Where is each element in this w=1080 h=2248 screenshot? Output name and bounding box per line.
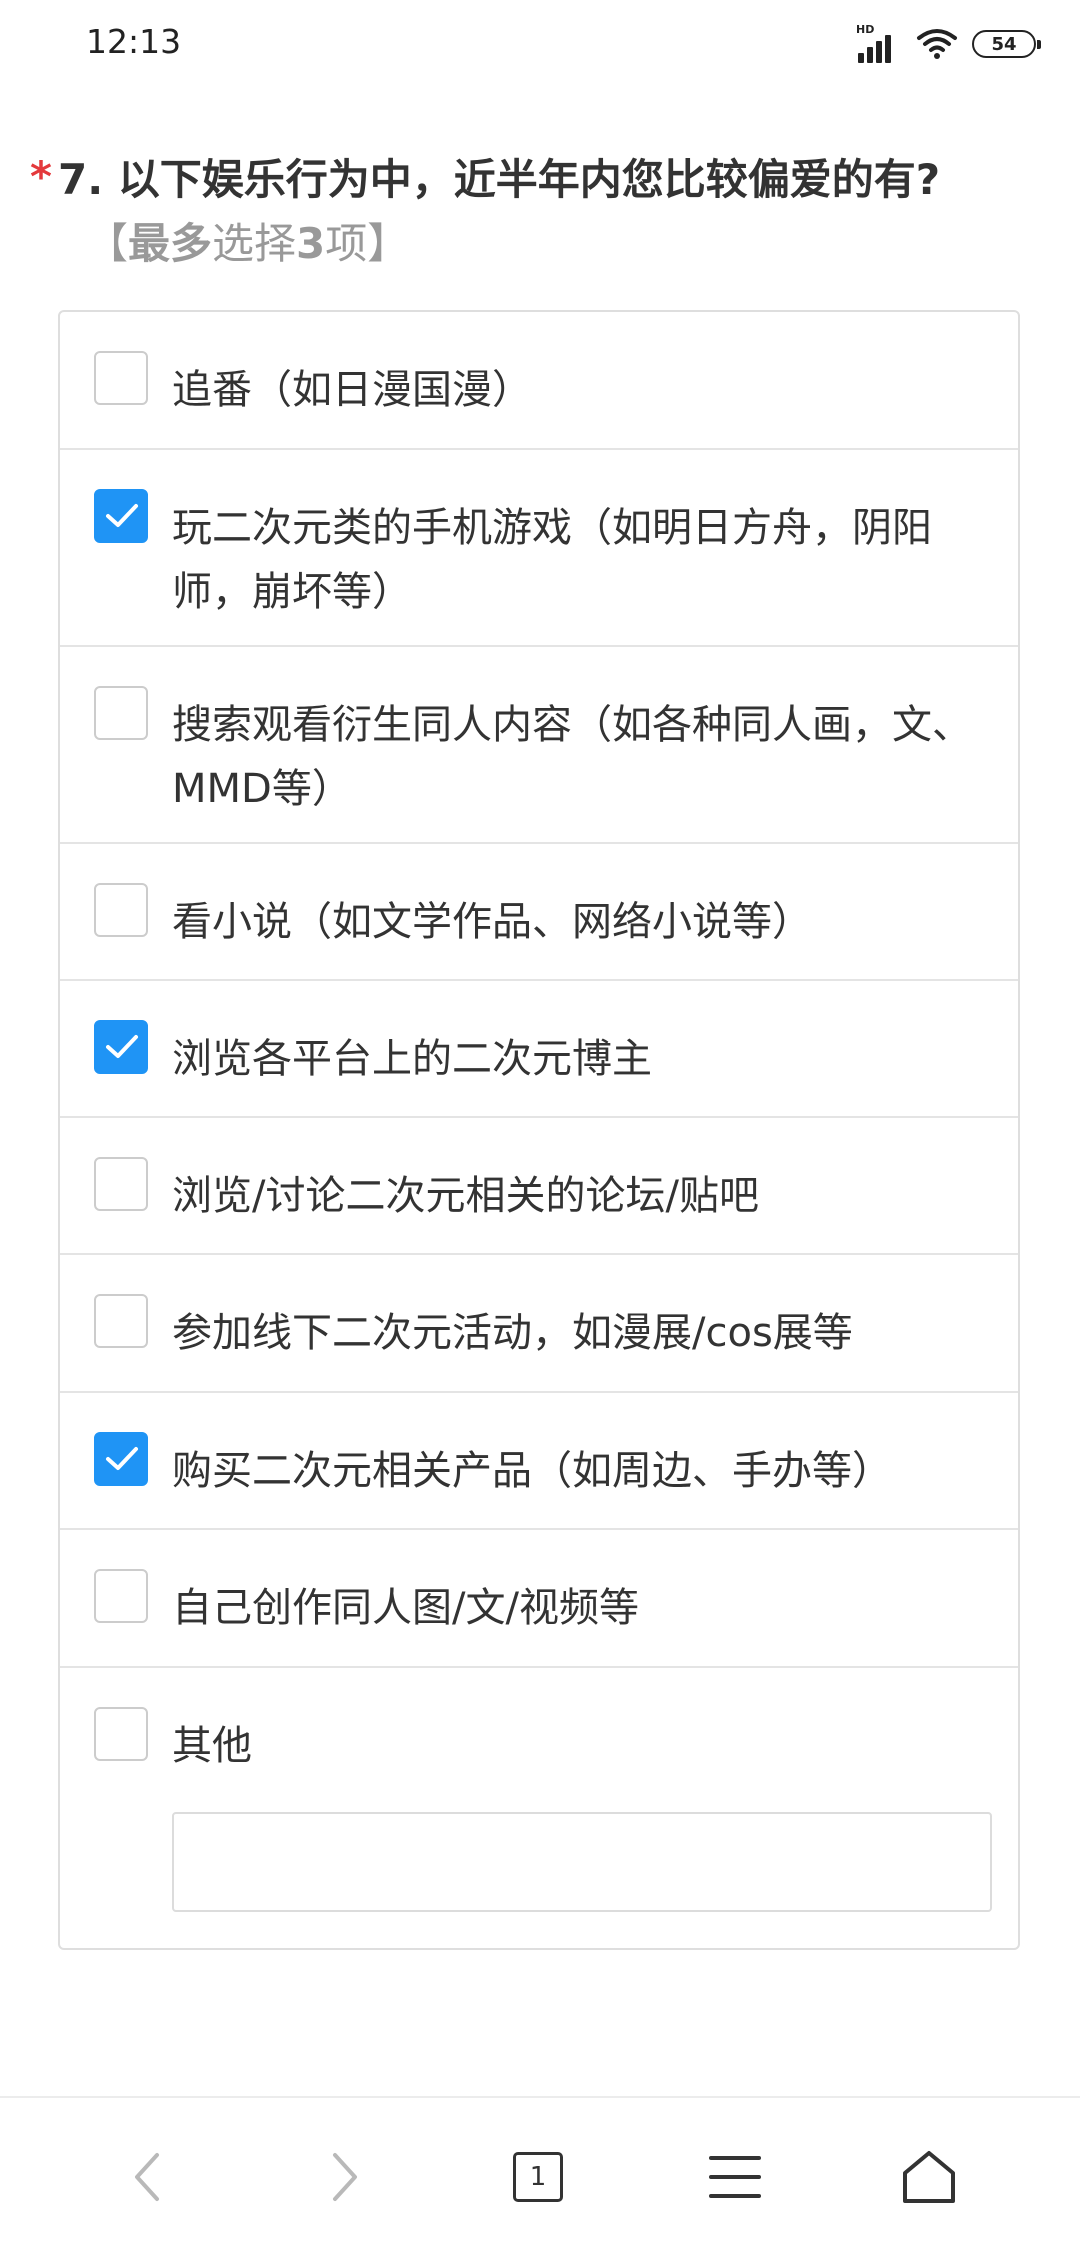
forward-arrow-icon <box>333 2153 357 2201</box>
question-title: 7. 以下娱乐行为中，近半年内您比较偏爱的有? 【最多选择3项】 <box>58 148 978 276</box>
checkbox[interactable] <box>94 1157 148 1211</box>
signal-bars <box>858 35 891 63</box>
option-label: 玩二次元类的手机游戏（如明日方舟，阴阳师，崩坏等） <box>172 505 932 615</box>
option-label: 参加线下二次元活动，如漫展/cos展等 <box>172 1310 853 1356</box>
status-time: 12:13 <box>86 22 182 61</box>
bottom-nav: 1 <box>0 2096 1080 2248</box>
menu-icon <box>709 2156 761 2198</box>
checkbox-checked[interactable] <box>94 489 148 543</box>
option-item[interactable]: 搜索观看衍生同人内容（如各种同人画，文、MMD等） <box>60 647 1018 844</box>
question-hint: 【最多选择3项】 <box>86 219 410 268</box>
check-icon <box>106 1035 138 1058</box>
checkbox-checked[interactable] <box>94 1020 148 1074</box>
option-label: 其他 <box>172 1723 252 1769</box>
checkbox[interactable] <box>94 351 148 405</box>
option-item[interactable]: 看小说（如文学作品、网络小说等） <box>60 844 1018 981</box>
option-item[interactable]: 自己创作同人图/文/视频等 <box>60 1530 1018 1668</box>
status-bar: 12:13 HD 54 <box>0 0 1080 90</box>
option-item[interactable]: 其他 <box>60 1668 1018 1948</box>
battery-level: 54 <box>991 33 1017 55</box>
required-mark: * <box>30 152 52 201</box>
cell-signal-icon: HD <box>856 23 902 63</box>
option-item[interactable]: 玩二次元类的手机游戏（如明日方舟，阴阳师，崩坏等） <box>60 450 1018 647</box>
other-text-input[interactable] <box>172 1812 992 1912</box>
tab-count-label: 1 <box>529 2162 547 2192</box>
battery-icon: 54 <box>972 30 1041 58</box>
option-label: 浏览各平台上的二次元博主 <box>172 1036 652 1082</box>
back-button[interactable] <box>102 2132 192 2222</box>
home-button[interactable] <box>884 2132 974 2222</box>
option-label: 浏览/讨论二次元相关的论坛/贴吧 <box>172 1173 759 1219</box>
home-icon <box>903 2151 955 2203</box>
option-item[interactable]: 购买二次元相关产品（如周边、手办等） <box>60 1393 1018 1530</box>
option-item[interactable]: 追番（如日漫国漫） <box>60 312 1018 450</box>
tabs-button[interactable]: 1 <box>493 2132 583 2222</box>
option-item[interactable]: 参加线下二次元活动，如漫展/cos展等 <box>60 1255 1018 1393</box>
options-list: 追番（如日漫国漫） 玩二次元类的手机游戏（如明日方舟，阴阳师，崩坏等） 搜索观看… <box>58 310 1020 1950</box>
option-label: 搜索观看衍生同人内容（如各种同人画，文、MMD等） <box>172 702 972 812</box>
option-label: 自己创作同人图/文/视频等 <box>172 1585 639 1631</box>
wifi-icon <box>917 29 957 59</box>
checkbox[interactable] <box>94 1569 148 1623</box>
status-icons: HD 54 <box>856 23 1041 64</box>
check-icon <box>106 1447 138 1470</box>
tabs-icon: 1 <box>513 2152 563 2202</box>
checkbox-checked[interactable] <box>94 1432 148 1486</box>
option-item[interactable]: 浏览/讨论二次元相关的论坛/贴吧 <box>60 1118 1018 1255</box>
menu-button[interactable] <box>690 2132 780 2222</box>
checkbox[interactable] <box>94 1707 148 1761</box>
question-text: 7. 以下娱乐行为中，近半年内您比较偏爱的有? <box>58 155 941 204</box>
check-icon <box>106 504 138 527</box>
checkbox[interactable] <box>94 883 148 937</box>
option-label: 购买二次元相关产品（如周边、手办等） <box>172 1448 892 1494</box>
forward-button[interactable] <box>300 2132 390 2222</box>
option-label: 追番（如日漫国漫） <box>172 367 532 413</box>
option-item[interactable]: 浏览各平台上的二次元博主 <box>60 981 1018 1118</box>
back-arrow-icon <box>135 2153 159 2201</box>
checkbox[interactable] <box>94 686 148 740</box>
option-label: 看小说（如文学作品、网络小说等） <box>172 899 812 945</box>
checkbox[interactable] <box>94 1294 148 1348</box>
survey-page: 12:13 HD 54 * 7. 以下娱乐行为中，近半年内您比较偏爱的有?【最多… <box>0 0 1080 2248</box>
